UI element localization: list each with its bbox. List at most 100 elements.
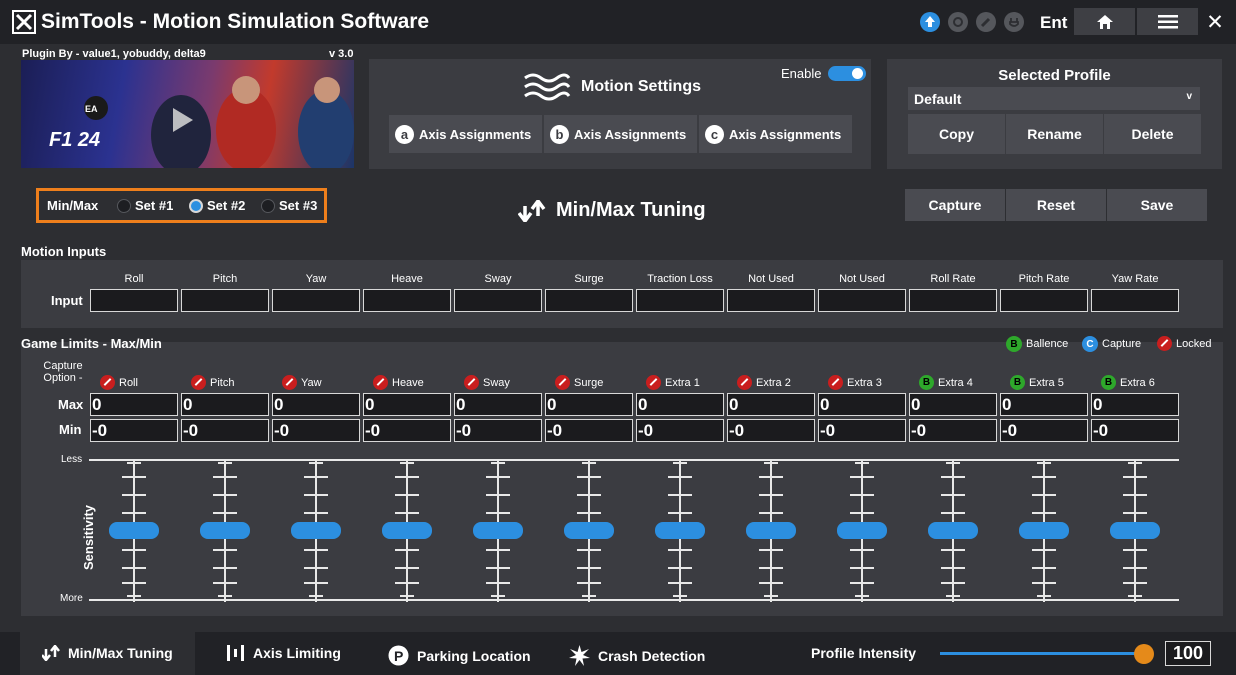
slider-thumb[interactable] [837, 522, 887, 539]
min-value-field[interactable]: -0 [181, 419, 269, 442]
slider-thumb[interactable] [746, 522, 796, 539]
max-value-field[interactable]: 0 [272, 393, 360, 416]
slider-thumb[interactable] [1110, 522, 1160, 539]
input-value-field[interactable] [272, 289, 360, 312]
max-value-field[interactable]: 0 [181, 393, 269, 416]
sensitivity-slider[interactable] [104, 459, 164, 602]
input-value-field[interactable] [1000, 289, 1088, 312]
copy-button[interactable]: Copy [908, 114, 1005, 154]
set-3-radio[interactable]: Set #3 [261, 198, 317, 213]
max-value-field[interactable]: 0 [363, 393, 451, 416]
tab-parking-location[interactable]: P Parking Location [388, 645, 531, 666]
save-button[interactable]: Save [1107, 189, 1207, 221]
max-value-field[interactable]: 0 [545, 393, 633, 416]
max-value-field[interactable]: 0 [909, 393, 997, 416]
max-value-field[interactable]: 0 [1091, 393, 1179, 416]
capture-option-2[interactable]: Yaw [282, 375, 322, 390]
slider-thumb[interactable] [928, 522, 978, 539]
input-value-field[interactable] [363, 289, 451, 312]
sensitivity-slider[interactable] [741, 459, 801, 602]
capture-option-9[interactable]: B Extra 4 [919, 375, 973, 390]
min-value-field[interactable]: -0 [90, 419, 178, 442]
tab-axis-limiting[interactable]: Axis Limiting [227, 645, 341, 661]
input-value-field[interactable] [1091, 289, 1179, 312]
capture-option-8[interactable]: Extra 3 [828, 375, 882, 390]
slider-thumb[interactable] [1019, 522, 1069, 539]
axis-assignments-c-button[interactable]: c Axis Assignments [699, 115, 852, 153]
delete-button[interactable]: Delete [1104, 114, 1201, 154]
capture-option-3[interactable]: Heave [373, 375, 424, 390]
capture-option-5[interactable]: Surge [555, 375, 603, 390]
tab-minmax-tuning[interactable]: Min/Max Tuning [42, 645, 173, 661]
profile-select[interactable]: Default v [908, 87, 1200, 110]
capture-option-1[interactable]: Pitch [191, 375, 234, 390]
tab-crash-detection[interactable]: Crash Detection [569, 645, 705, 666]
input-value-field[interactable] [454, 289, 542, 312]
profile-intensity-slider-track[interactable] [940, 652, 1144, 655]
max-value-field[interactable]: 0 [1000, 393, 1088, 416]
sensitivity-slider[interactable] [923, 459, 983, 602]
min-value-field[interactable]: -0 [454, 419, 542, 442]
max-value-field[interactable]: 0 [818, 393, 906, 416]
set-2-radio[interactable]: Set #2 [189, 198, 245, 213]
capture-option-7[interactable]: Extra 2 [737, 375, 791, 390]
slider-thumb[interactable] [473, 522, 523, 539]
min-value-field[interactable]: -0 [545, 419, 633, 442]
slider-thumb[interactable] [109, 522, 159, 539]
max-value-field[interactable]: 0 [727, 393, 815, 416]
game-banner-image[interactable]: EA F1 24 [21, 60, 354, 168]
input-value-field[interactable] [90, 289, 178, 312]
pencil-icon[interactable] [976, 12, 996, 32]
upload-icon[interactable] [920, 12, 940, 32]
capture-option-6[interactable]: Extra 1 [646, 375, 700, 390]
slider-thumb[interactable] [564, 522, 614, 539]
gear-icon[interactable] [948, 12, 968, 32]
capture-option-0[interactable]: Roll [100, 375, 138, 390]
close-icon[interactable]: ✕ [1202, 10, 1228, 34]
min-value-field[interactable]: -0 [272, 419, 360, 442]
home-button[interactable] [1074, 8, 1135, 35]
profile-intensity-slider-knob[interactable] [1134, 644, 1154, 664]
capture-button[interactable]: Capture [905, 189, 1005, 221]
input-value-field[interactable] [636, 289, 724, 312]
axis-assignments-b-button[interactable]: b Axis Assignments [544, 115, 697, 153]
min-value-field[interactable]: -0 [818, 419, 906, 442]
plug-icon[interactable] [1004, 12, 1024, 32]
menu-button[interactable] [1137, 8, 1198, 35]
set-1-radio[interactable]: Set #1 [117, 198, 173, 213]
sensitivity-slider[interactable] [195, 459, 255, 602]
rename-button[interactable]: Rename [1006, 114, 1103, 154]
min-value-field[interactable]: -0 [909, 419, 997, 442]
enable-toggle[interactable] [828, 66, 866, 81]
reset-button[interactable]: Reset [1006, 189, 1106, 221]
min-value-field[interactable]: -0 [727, 419, 815, 442]
input-value-field[interactable] [909, 289, 997, 312]
capture-option-11[interactable]: B Extra 6 [1101, 375, 1155, 390]
slider-thumb[interactable] [382, 522, 432, 539]
sensitivity-slider[interactable] [468, 459, 528, 602]
min-value-field[interactable]: -0 [1000, 419, 1088, 442]
capture-option-10[interactable]: B Extra 5 [1010, 375, 1064, 390]
min-value-field[interactable]: -0 [636, 419, 724, 442]
sensitivity-slider[interactable] [832, 459, 892, 602]
sensitivity-slider[interactable] [650, 459, 710, 602]
input-value-field[interactable] [818, 289, 906, 312]
input-value-field[interactable] [181, 289, 269, 312]
sensitivity-slider[interactable] [559, 459, 619, 602]
sensitivity-slider[interactable] [286, 459, 346, 602]
input-value-field[interactable] [727, 289, 815, 312]
sensitivity-slider[interactable] [377, 459, 437, 602]
sensitivity-slider[interactable] [1105, 459, 1165, 602]
capture-option-4[interactable]: Sway [464, 375, 510, 390]
max-value-field[interactable]: 0 [636, 393, 724, 416]
axis-assignments-a-button[interactable]: a Axis Assignments [389, 115, 542, 153]
input-value-field[interactable] [545, 289, 633, 312]
min-value-field[interactable]: -0 [363, 419, 451, 442]
min-value-field[interactable]: -0 [1091, 419, 1179, 442]
max-value-field[interactable]: 0 [454, 393, 542, 416]
slider-thumb[interactable] [291, 522, 341, 539]
sensitivity-slider[interactable] [1014, 459, 1074, 602]
max-value-field[interactable]: 0 [90, 393, 178, 416]
slider-thumb[interactable] [655, 522, 705, 539]
profile-intensity-value[interactable]: 100 [1165, 641, 1211, 666]
